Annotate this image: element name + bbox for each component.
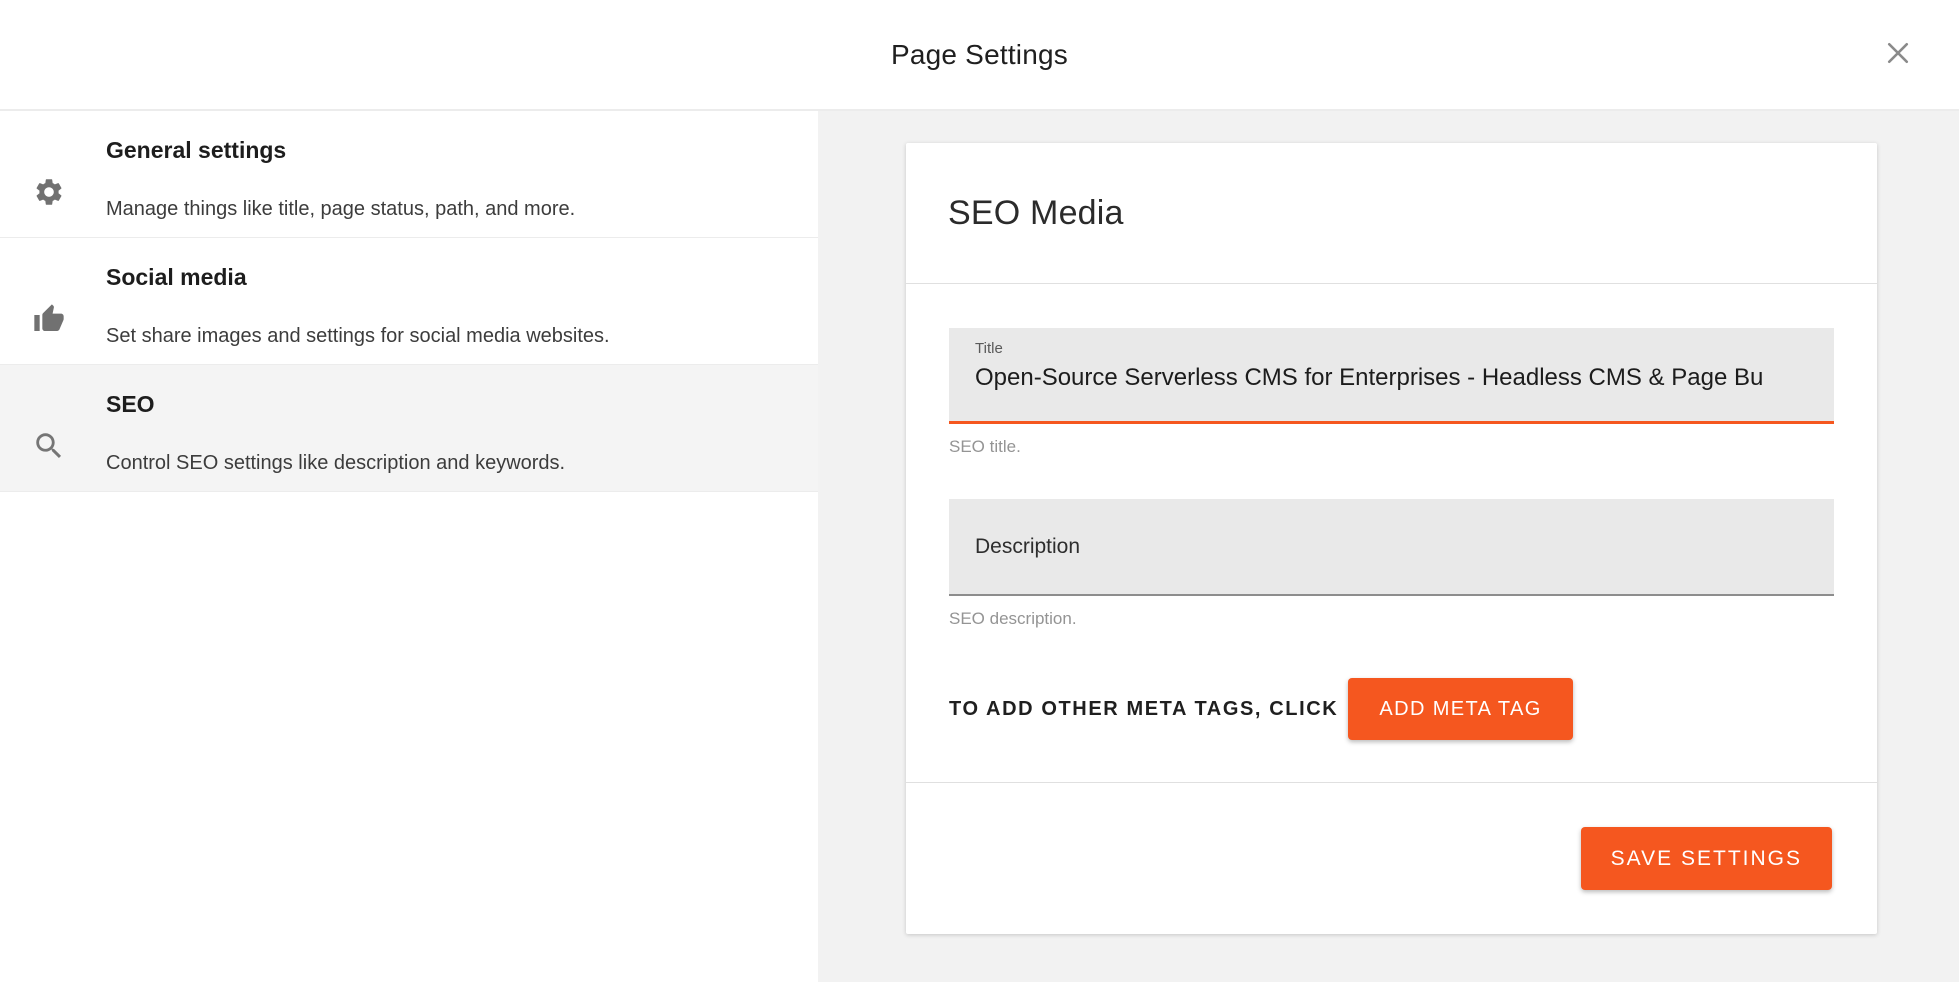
sidebar-item-description: Manage things like title, page status, p… (106, 197, 575, 222)
card-header: SEO Media (906, 143, 1877, 283)
sidebar-item-seo[interactable]: SEO Control SEO settings like descriptio… (0, 365, 818, 492)
sidebar-item-title: General settings (106, 137, 286, 163)
settings-sidebar: General settings Manage things like titl… (0, 111, 818, 982)
close-button[interactable] (1881, 38, 1915, 72)
sidebar-item-title: Social media (106, 264, 247, 290)
meta-tag-row: TO ADD OTHER META TAGS, CLICK ADD META T… (949, 678, 1834, 740)
gear-icon (32, 175, 66, 209)
seo-description-field[interactable]: Description (949, 499, 1834, 596)
thumb-up-icon (32, 302, 66, 336)
seo-title-input[interactable] (975, 364, 1808, 392)
content-panel: SEO Media Title SEO title. Description S… (818, 111, 1959, 982)
seo-title-label: Title (975, 340, 1808, 357)
section-title: SEO Media (948, 194, 1124, 233)
sidebar-item-title: SEO (106, 391, 155, 417)
sidebar-item-social-media[interactable]: Social media Set share images and settin… (0, 238, 818, 365)
page-title: Page Settings (891, 39, 1068, 71)
seo-description-helper: SEO description. (949, 609, 1834, 629)
close-icon (1883, 38, 1913, 71)
seo-description-placeholder: Description (975, 535, 1080, 559)
sidebar-item-general-settings[interactable]: General settings Manage things like titl… (0, 111, 818, 238)
sidebar-item-description: Control SEO settings like description an… (106, 451, 565, 476)
save-settings-button[interactable]: SAVE SETTINGS (1581, 827, 1832, 890)
seo-title-field[interactable]: Title (949, 328, 1834, 424)
meta-tag-prompt: TO ADD OTHER META TAGS, CLICK (949, 698, 1338, 721)
add-meta-tag-button[interactable]: ADD META TAG (1348, 678, 1572, 740)
modal-body: General settings Manage things like titl… (0, 111, 1959, 982)
seo-media-card: SEO Media Title SEO title. Description S… (906, 143, 1877, 934)
card-body: Title SEO title. Description SEO descrip… (906, 284, 1877, 782)
card-footer: SAVE SETTINGS (906, 783, 1877, 934)
seo-title-helper: SEO title. (949, 437, 1834, 457)
search-icon (32, 429, 66, 463)
sidebar-item-description: Set share images and settings for social… (106, 324, 610, 349)
modal-header: Page Settings (0, 0, 1959, 111)
